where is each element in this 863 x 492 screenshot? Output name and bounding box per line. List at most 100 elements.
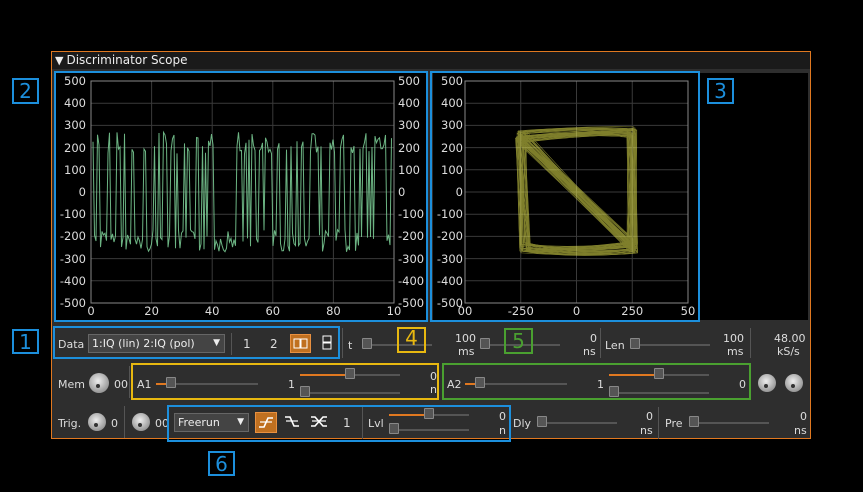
- left-y-tick-left: 100: [64, 162, 86, 177]
- a1-offset-coarse-track: [300, 392, 400, 394]
- a2-dial-2-icon[interactable]: [785, 374, 803, 392]
- falling-edge-icon[interactable]: [282, 412, 302, 433]
- level-fine-track: [429, 414, 469, 416]
- a2-offset-value: 0: [739, 378, 746, 391]
- left-x-tick: 10: [386, 304, 402, 318]
- a1-offset-unit: n: [430, 383, 437, 396]
- a1-label: A1: [137, 378, 152, 391]
- right-y-tick: -300: [436, 251, 463, 266]
- panel-title: Discriminator Scope: [66, 53, 188, 67]
- trigger-dial-2-icon[interactable]: [132, 413, 150, 431]
- a2-dial-1-icon[interactable]: [758, 374, 776, 392]
- collapse-triangle-icon[interactable]: ▼: [55, 52, 63, 69]
- chevron-down-icon: ▼: [237, 417, 244, 427]
- stacked-layout-icon[interactable]: [318, 334, 336, 353]
- a1-offset-coarse-handle[interactable]: [300, 386, 310, 397]
- right-blank-area: [700, 73, 808, 320]
- divider: [124, 406, 125, 438]
- sample-rate-unit: kS/s: [777, 345, 800, 358]
- level-fine-handle[interactable]: [424, 408, 434, 419]
- length-unit: ms: [727, 345, 744, 358]
- left-x-tick: 80: [326, 304, 341, 318]
- level-coarse-handle[interactable]: [389, 423, 399, 434]
- trace-1-button[interactable]: 1: [243, 337, 251, 351]
- callout-box-3: [430, 71, 700, 322]
- callout-box-4: [131, 363, 439, 400]
- a1-slider-handle[interactable]: [166, 377, 176, 388]
- divider: [362, 407, 363, 439]
- divider: [342, 328, 343, 358]
- data-mode-value: 1:IQ (lin) 2:IQ (pol): [92, 337, 195, 350]
- divider: [129, 366, 130, 398]
- left-y-tick-right: 200: [398, 140, 420, 155]
- a2-offset-coarse-handle[interactable]: [609, 386, 619, 397]
- pretrigger-slider-handle[interactable]: [689, 416, 699, 427]
- time-offset-slider-handle[interactable]: [480, 338, 490, 349]
- trigger-mode-select[interactable]: Freerun ▼: [174, 413, 249, 432]
- length-label: Len: [605, 339, 625, 352]
- level-label: Lvl: [368, 417, 384, 430]
- level-value: 0: [499, 410, 506, 423]
- level-fine-fill: [389, 414, 429, 416]
- left-y-tick-left: 300: [64, 118, 86, 133]
- a2-offset-coarse-track: [609, 392, 709, 394]
- right-y-tick: 300: [441, 118, 463, 133]
- a2-slider-track: [475, 383, 567, 385]
- left-y-tick-left: -400: [59, 273, 86, 288]
- divider: [750, 328, 751, 358]
- both-edges-icon[interactable]: [308, 412, 330, 433]
- delay-value: 0: [646, 410, 653, 423]
- left-x-tick: 40: [204, 304, 220, 318]
- a2-slider-handle[interactable]: [475, 377, 485, 388]
- time-value: 100: [455, 332, 476, 345]
- right-y-tick: 200: [441, 140, 463, 155]
- a1-offset-fine-handle[interactable]: [345, 368, 355, 379]
- left-y-tick-right: 300: [398, 118, 420, 133]
- divider: [231, 333, 232, 355]
- right-y-tick: 100: [441, 162, 463, 177]
- pretrigger-value: 0: [800, 410, 807, 423]
- callout-label-2: 2: [12, 78, 39, 104]
- a1-value: 1: [288, 378, 295, 391]
- a1-offset-fine-fill: [300, 374, 345, 376]
- trigger-dial-icon[interactable]: [88, 413, 106, 431]
- left-y-tick-right: 100: [398, 162, 420, 177]
- data-mode-select[interactable]: 1:IQ (lin) 2:IQ (pol) ▼: [88, 334, 225, 353]
- memory-dial-icon[interactable]: [89, 373, 109, 393]
- time-label: t: [348, 339, 353, 352]
- delay-slider-handle[interactable]: [537, 416, 547, 427]
- left-x-tick: 0: [87, 304, 95, 318]
- a2-offset-fine-handle[interactable]: [654, 368, 664, 379]
- length-slider-handle[interactable]: [630, 338, 640, 349]
- trigger-value: 0: [111, 417, 118, 430]
- panel-title-bar[interactable]: ▼ Discriminator Scope: [52, 52, 810, 69]
- time-unit: ms: [458, 345, 475, 358]
- right-x-tick: 50: [680, 304, 696, 318]
- right-y-tick: 400: [441, 96, 463, 111]
- delay-label: Dly: [513, 417, 532, 430]
- right-y-tick: -200: [436, 229, 463, 244]
- left-y-tick-right: -200: [398, 229, 425, 244]
- trace-2-button[interactable]: 2: [270, 337, 278, 351]
- pretrigger-label: Pre: [665, 417, 683, 430]
- trigger-label: Trig.: [58, 417, 82, 430]
- rising-edge-icon[interactable]: [255, 412, 277, 433]
- time-slider-handle[interactable]: [362, 338, 372, 349]
- left-y-tick-left: 0: [78, 185, 86, 199]
- right-x-tick: 250: [621, 304, 644, 318]
- side-by-side-layout-icon[interactable]: [290, 334, 311, 353]
- left-y-tick-right: -400: [398, 273, 425, 288]
- right-y-tick: -400: [436, 273, 463, 288]
- left-y-tick-right: 0: [398, 185, 406, 199]
- left-y-tick-left: 500: [64, 74, 86, 88]
- a2-slider-fill: [465, 383, 475, 385]
- left-y-tick-right: 400: [398, 96, 420, 111]
- left-y-tick-right: 500: [398, 74, 420, 88]
- left-y-tick-left: 200: [64, 140, 86, 155]
- callout-label-5: 5: [504, 328, 533, 354]
- trigger-count: 1: [343, 416, 351, 430]
- pretrigger-unit: ns: [794, 424, 807, 437]
- left-y-tick-left: -200: [59, 229, 86, 244]
- left-y-tick-left: -300: [59, 251, 86, 266]
- callout-label-4: 4: [405, 326, 418, 350]
